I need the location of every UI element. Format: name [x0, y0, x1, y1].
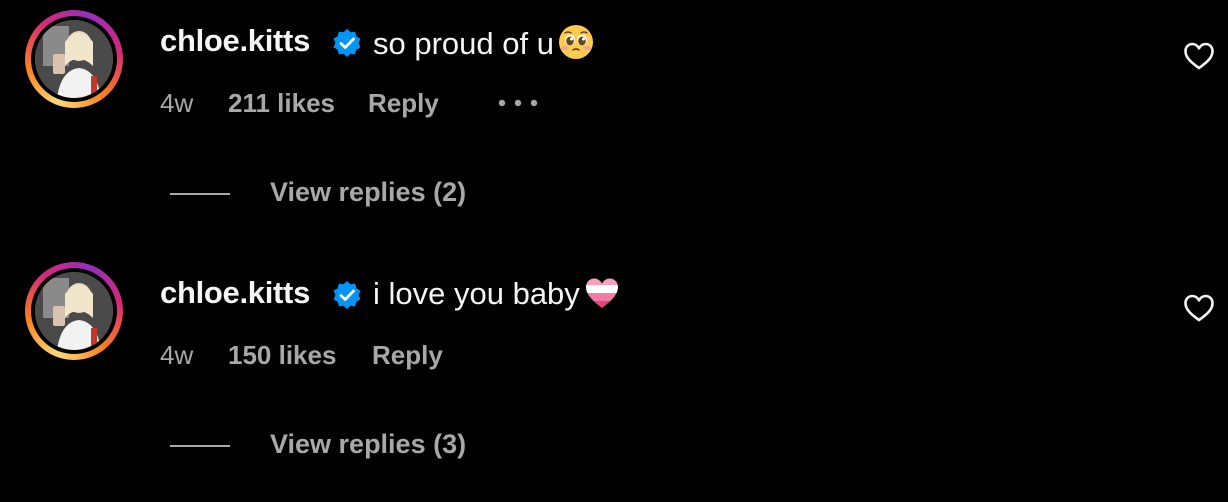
- view-replies-button[interactable]: View replies (3): [270, 429, 466, 460]
- pink-white-heart-emoji-icon: [585, 278, 618, 308]
- avatar-story-ring[interactable]: [25, 10, 123, 108]
- avatar-story-ring[interactable]: [25, 262, 123, 360]
- pleading-face-emoji-icon: [558, 25, 593, 59]
- comment-text: so proud of u: [373, 26, 554, 61]
- avatar: [35, 20, 113, 98]
- heart-outline-icon[interactable]: [1183, 41, 1215, 71]
- comment-text-row: i love you baby: [373, 276, 620, 312]
- comment-username[interactable]: chloe.kitts: [160, 23, 310, 59]
- avatar-frame: [31, 16, 117, 102]
- reply-button[interactable]: Reply: [372, 340, 443, 371]
- avatar: [35, 272, 113, 350]
- comment-text: i love you baby: [373, 276, 580, 311]
- comment-username[interactable]: chloe.kitts: [160, 275, 310, 311]
- avatar-photo-icon: [35, 272, 113, 350]
- verified-badge-icon: [333, 281, 361, 309]
- comment-likes-count[interactable]: 211 likes: [228, 88, 335, 119]
- comment-age: 4w: [160, 88, 194, 118]
- avatar-frame: [31, 268, 117, 354]
- more-options-icon[interactable]: [497, 98, 539, 108]
- view-replies-button[interactable]: View replies (2): [270, 177, 466, 208]
- comment-text-row: so proud of u: [373, 24, 594, 62]
- comment-item: chloe.kitts i love you baby 4w 150 likes…: [0, 252, 1228, 502]
- comment-age: 4w: [160, 340, 194, 370]
- avatar-photo-icon: [35, 20, 113, 98]
- comment-item: chloe.kitts so proud of u 4w 211 likes R…: [0, 0, 1228, 250]
- reply-button[interactable]: Reply: [368, 88, 439, 119]
- verified-badge-icon: [333, 29, 361, 57]
- heart-outline-icon[interactable]: [1183, 293, 1215, 323]
- replies-divider-line: [170, 445, 230, 447]
- replies-divider-line: [170, 193, 230, 195]
- comment-likes-count[interactable]: 150 likes: [228, 340, 336, 371]
